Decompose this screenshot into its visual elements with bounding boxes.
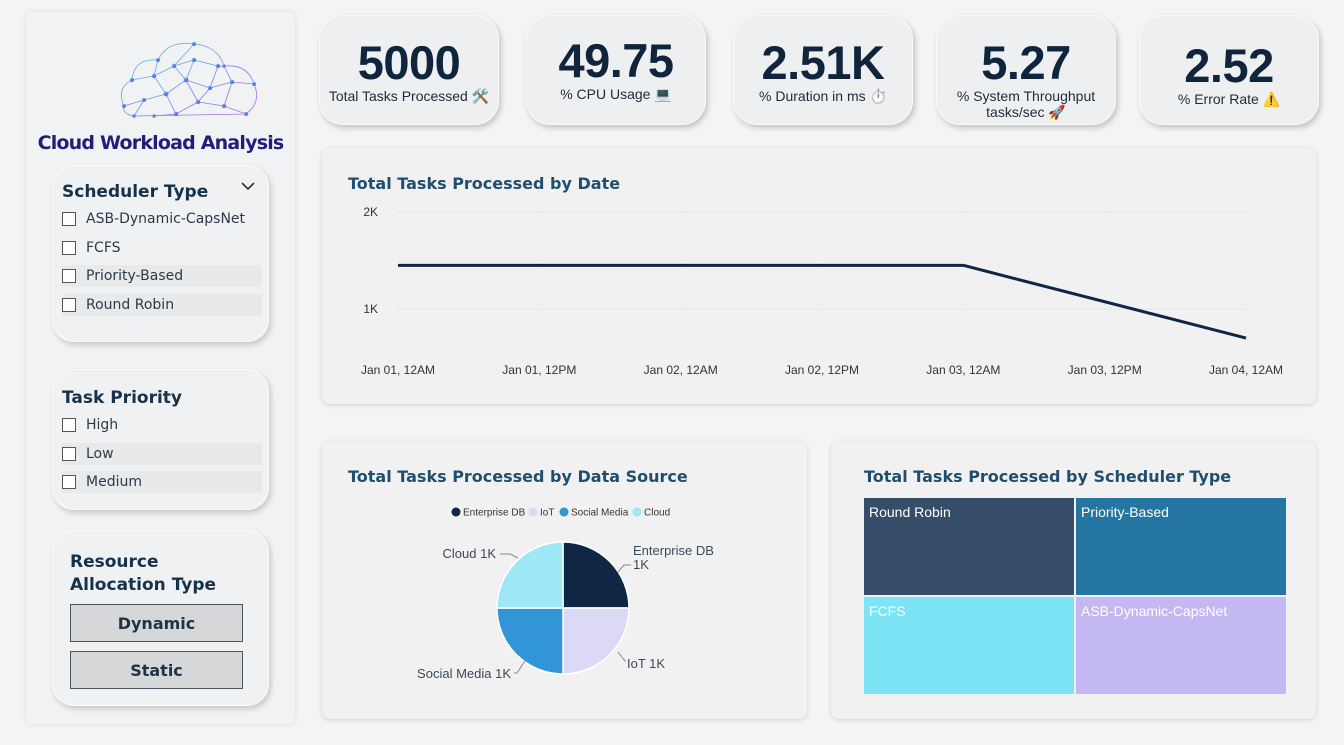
leader-line [617,564,631,573]
kpi-label: % Error Rate ⚠️ [1177,91,1281,107]
x-tick-label: Jan 04, 12AM [1209,363,1283,377]
checkbox[interactable] [62,241,76,255]
legend-marker [559,507,569,517]
legend-label: IoT [540,508,554,519]
checkbox[interactable] [62,269,76,283]
y-tick-label: 1K [363,302,378,316]
line-chart[interactable]: 2K 1K Jan 01, 12AM Jan 01, 12PM Jan 02, 12AM… [322,148,1316,404]
slice-label-social-media: Social Media 1K [417,666,511,681]
app-title: Cloud Workload Analysis [37,132,285,154]
option-label: Medium [86,474,142,490]
x-tick-label: Jan 02, 12AM [644,363,718,377]
x-tick-label: Jan 01, 12PM [502,363,576,377]
pie-chart[interactable]: Enterprise DB IoT Social Media Cloud Enterpr… [322,441,807,719]
treemap-card: Total Tasks Processed by Scheduler Type … [831,441,1316,719]
treemap-cell-fcfs[interactable]: FCFS [864,597,1074,694]
slice-label-iot: IoT 1K [627,656,665,671]
leader-line [514,660,526,674]
kpi-duration: 2.51K % Duration in ms ⏱️ [733,15,913,125]
treemap-title: Total Tasks Processed by Scheduler Type [864,467,1232,486]
kpi-value: 2.52 [1184,39,1274,92]
kpi-value: 5.27 [981,36,1071,89]
slicer-option-medium[interactable]: Medium [62,471,262,493]
checkbox[interactable] [62,212,76,226]
kpi-cpu-usage: 49.75 % CPU Usage 💻 [526,15,706,125]
pie-slice-iot [562,607,630,675]
pie-chart-card: Total Tasks Processed by Data Source Ent… [322,441,807,719]
legend-marker [451,507,461,517]
pie-slice-enterprise-db [562,541,630,609]
slicer-option-priority-based[interactable]: Priority-Based [62,265,262,287]
scheduler-type-slicer: Scheduler Type ASB-Dynamic-CapsNet FCFS … [52,165,269,342]
slicer-option-high[interactable]: High [62,414,262,436]
treemap-chart[interactable]: Round Robin Priority-Based FCFS ASB-Dynamic… [864,498,1286,694]
static-button[interactable]: Static [70,651,243,689]
option-label: ASB-Dynamic-CapsNet [86,211,246,227]
option-label: Low [86,446,114,462]
slicer-option-low[interactable]: Low [62,443,262,465]
slicer-title: Task Priority [62,388,182,408]
x-tick-label: Jan 03, 12PM [1068,363,1142,377]
checkbox[interactable] [62,475,76,489]
kpi-label: % System Throughput tasks/sec 🚀 [956,88,1096,120]
kpi-value: 5000 [357,36,461,89]
task-priority-slicer: Task Priority High Low Medium [52,369,269,510]
cloud-network-logo-icon [120,42,258,118]
legend-marker [528,507,538,517]
checkbox[interactable] [62,418,76,432]
treemap-cell-round-robin[interactable]: Round Robin [864,498,1074,595]
pie-slice-social-media [496,607,564,675]
option-label: Round Robin [86,297,175,313]
x-tick-label: Jan 02, 12PM [785,363,859,377]
x-tick-label: Jan 03, 12AM [926,363,1000,377]
kpi-error-rate: 2.52 % Error Rate ⚠️ [1139,15,1319,125]
slicer-title: Resource Allocation Type [70,552,217,595]
treemap-cell-asb-dynamic-capsnet[interactable]: ASB-Dynamic-CapsNet [1076,597,1286,694]
pie-slice-cloud [496,541,564,609]
slicer-option-asb-dynamic-capsnet[interactable]: ASB-Dynamic-CapsNet [62,208,262,230]
kpi-label: % CPU Usage 💻 [560,86,672,102]
slice-label-enterprise-db: Enterprise DB 1K [633,543,714,572]
chevron-down-icon[interactable] [241,181,255,191]
legend-marker [632,507,642,517]
legend-label: Social Media [571,508,629,519]
option-label: FCFS [86,240,121,256]
checkbox[interactable] [62,298,76,312]
slicer-option-round-robin[interactable]: Round Robin [62,294,262,316]
legend-label: Enterprise DB [463,508,526,519]
kpi-value: 2.51K [761,36,885,89]
legend-label: Cloud [644,508,670,519]
line-chart-card: Total Tasks Processed by Date 2K 1K Jan 01… [322,148,1316,404]
kpi-system-throughput: 5.27 % System Throughput tasks/sec 🚀 [936,15,1116,125]
resource-allocation-slicer: Resource Allocation Type Dynamic Static [52,530,269,706]
option-label: High [86,417,119,433]
treemap-cell-priority-based[interactable]: Priority-Based [1076,498,1286,595]
slice-label-cloud: Cloud 1K [443,546,497,561]
option-label: Priority-Based [86,268,184,284]
kpi-label: % Duration in ms ⏱️ [759,88,887,104]
slicer-option-fcfs[interactable]: FCFS [62,237,262,259]
leader-line [500,553,519,559]
kpi-value: 49.75 [558,34,674,87]
y-tick-label: 2K [363,205,378,219]
checkbox[interactable] [62,447,76,461]
leader-line [617,651,626,662]
kpi-label: Total Tasks Processed 🛠️ [328,88,490,104]
x-tick-label: Jan 01, 12AM [361,363,435,377]
kpi-total-tasks: 5000 Total Tasks Processed 🛠️ [319,15,499,125]
dynamic-button[interactable]: Dynamic [70,604,243,642]
slicer-title: Scheduler Type [62,182,209,202]
